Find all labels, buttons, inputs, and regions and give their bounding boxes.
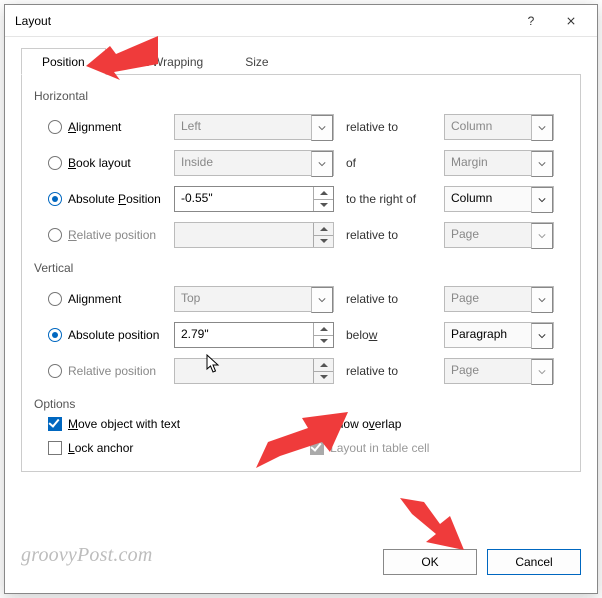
chevron-down-icon (311, 287, 333, 313)
move-with-text-label: Move object with text (68, 417, 180, 431)
tab-position[interactable]: Position (21, 48, 106, 75)
h-alignment-radio[interactable] (48, 120, 62, 134)
v-alignment-relative-label: relative to (334, 292, 444, 306)
h-absolute-target-combo[interactable]: Column (444, 186, 554, 212)
help-button[interactable]: ? (511, 6, 551, 36)
h-absolute-radio[interactable] (48, 192, 62, 206)
layout-in-cell-checkbox (310, 441, 324, 455)
h-relative-spinner (174, 222, 334, 248)
chevron-down-icon (531, 115, 553, 141)
v-alignment-combo[interactable]: Top (174, 286, 334, 312)
move-with-text-checkbox[interactable] (48, 417, 62, 431)
h-book-row: Book layout Inside of Margin (34, 145, 568, 181)
v-relative-relative-label: relative to (334, 364, 444, 378)
h-book-combo[interactable]: Inside (174, 150, 334, 176)
chevron-down-icon (311, 115, 333, 141)
h-absolute-relative-label: to the right of (334, 192, 444, 206)
h-book-target-combo[interactable]: Margin (444, 150, 554, 176)
allow-overlap-checkbox[interactable] (310, 417, 324, 431)
tab-text-wrapping[interactable]: Text Wrapping (106, 48, 224, 75)
spinner-down-icon (314, 236, 333, 248)
h-relative-target-combo: Page (444, 222, 554, 248)
chevron-down-icon (531, 187, 553, 213)
ok-button[interactable]: OK (383, 549, 477, 575)
h-alignment-label: Alignment (68, 120, 121, 134)
h-alignment-target-combo[interactable]: Column (444, 114, 554, 140)
window-title: Layout (15, 14, 511, 28)
chevron-down-icon (531, 359, 553, 385)
v-alignment-label: Alignment (68, 292, 121, 306)
group-options-label: Options (34, 397, 568, 411)
spinner-up-icon (314, 359, 333, 372)
h-absolute-spinner[interactable]: -0.55" (174, 186, 334, 212)
h-relative-relative-label: relative to (334, 228, 444, 242)
v-alignment-row: Alignment Top relative to Page (34, 281, 568, 317)
v-absolute-target-combo[interactable]: Paragraph (444, 322, 554, 348)
h-book-radio[interactable] (48, 156, 62, 170)
titlebar: Layout ? (5, 5, 597, 37)
tab-panel-position: Horizontal Alignment Left relative to Co… (21, 75, 581, 472)
spinner-up-icon[interactable] (314, 187, 333, 200)
layout-in-cell-label: Layout in table cell (330, 441, 429, 455)
cancel-button[interactable]: Cancel (487, 549, 581, 575)
h-relative-label: Relative position (68, 228, 156, 242)
v-absolute-spinner[interactable]: 2.79" (174, 322, 334, 348)
tab-strip: Position Text Wrapping Size (21, 47, 581, 75)
chevron-down-icon (531, 287, 553, 313)
v-absolute-below-label: below (334, 328, 444, 342)
close-button[interactable] (551, 6, 591, 36)
h-alignment-relative-label: relative to (334, 120, 444, 134)
h-absolute-label: Absolute Position (68, 192, 161, 206)
v-relative-radio[interactable] (48, 364, 62, 378)
h-relative-radio[interactable] (48, 228, 62, 242)
layout-dialog: Layout ? Position Text Wrapping Size Hor… (4, 4, 598, 594)
spinner-up-icon (314, 223, 333, 236)
h-alignment-combo[interactable]: Left (174, 114, 334, 140)
dialog-footer: OK Cancel (383, 549, 581, 575)
v-alignment-target-combo[interactable]: Page (444, 286, 554, 312)
allow-overlap-label: Allow overlap (330, 417, 401, 431)
close-icon (567, 17, 575, 25)
chevron-down-icon (311, 151, 333, 177)
spinner-down-icon[interactable] (314, 200, 333, 212)
h-absolute-row: Absolute Position -0.55" to the right of… (34, 181, 568, 217)
v-alignment-radio[interactable] (48, 292, 62, 306)
watermark: groovyPost.com (21, 544, 152, 567)
h-book-label: Book layout (68, 156, 131, 170)
h-relative-row: Relative position relative to Page (34, 217, 568, 253)
v-relative-label: Relative position (68, 364, 156, 378)
v-relative-target-combo: Page (444, 358, 554, 384)
v-relative-spinner (174, 358, 334, 384)
v-absolute-label: Absolute position (68, 328, 159, 342)
h-book-of-label: of (334, 156, 444, 170)
v-absolute-radio[interactable] (48, 328, 62, 342)
spinner-up-icon[interactable] (314, 323, 333, 336)
options-group: Move object with text Lock anchor Allow … (34, 417, 568, 455)
spinner-down-icon[interactable] (314, 336, 333, 348)
h-alignment-row: Alignment Left relative to Column (34, 109, 568, 145)
group-horizontal-label: Horizontal (34, 89, 568, 103)
group-vertical-label: Vertical (34, 261, 568, 275)
v-absolute-row: Absolute position 2.79" below Paragraph (34, 317, 568, 353)
v-relative-row: Relative position relative to Page (34, 353, 568, 389)
lock-anchor-checkbox[interactable] (48, 441, 62, 455)
tab-size[interactable]: Size (224, 48, 289, 75)
chevron-down-icon (531, 223, 553, 249)
spinner-down-icon (314, 372, 333, 384)
chevron-down-icon (531, 151, 553, 177)
chevron-down-icon (531, 323, 553, 349)
lock-anchor-label: Lock anchor (68, 441, 133, 455)
